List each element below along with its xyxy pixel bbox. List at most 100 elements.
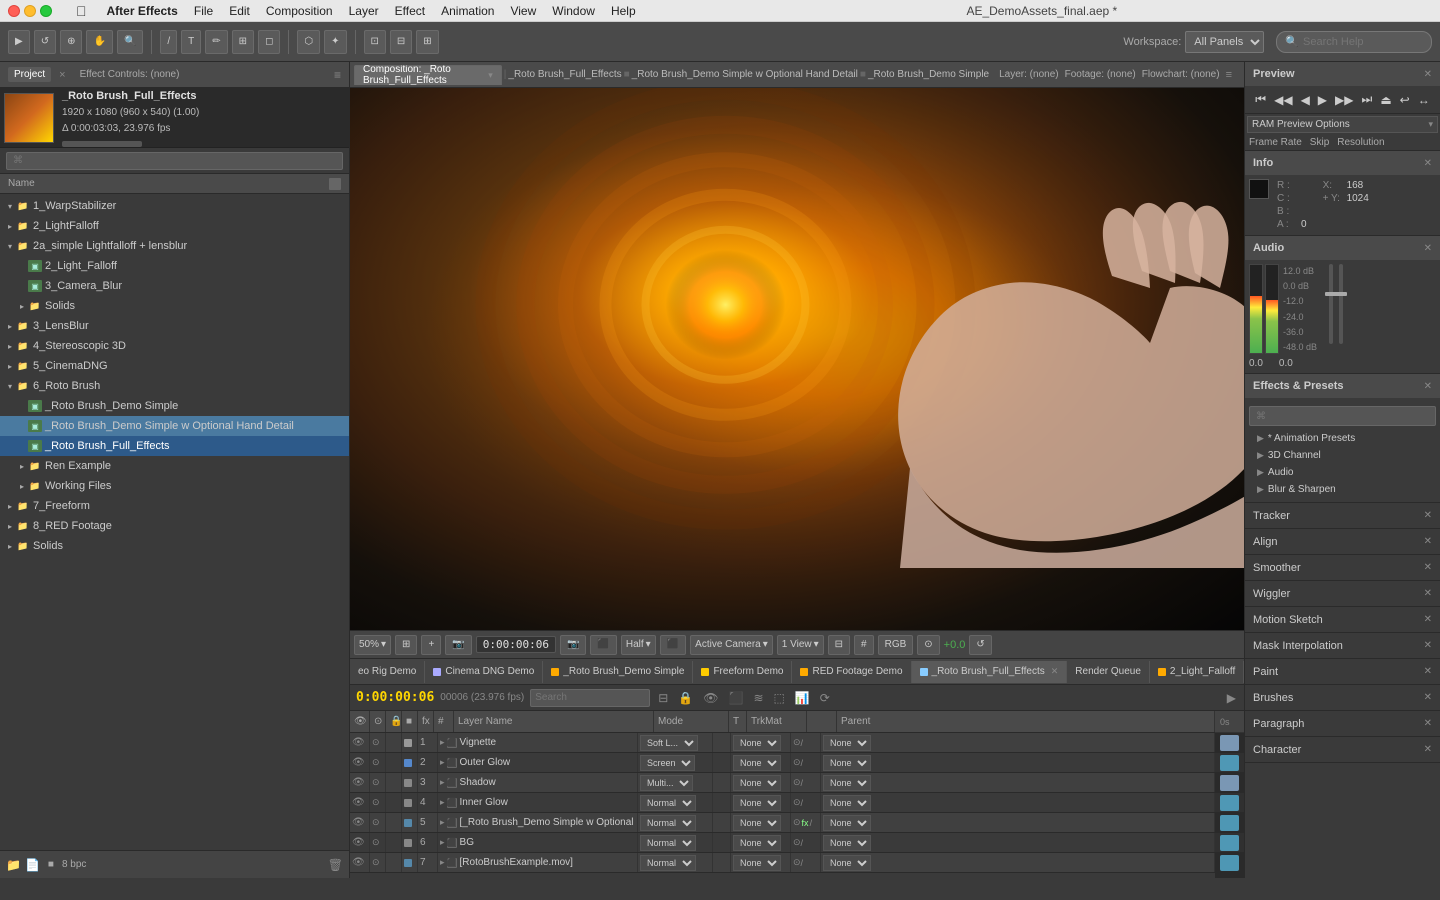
col-parent-4[interactable]: None: [821, 793, 1215, 812]
col-parent-6[interactable]: None: [821, 833, 1215, 852]
tab-red-footage[interactable]: RED Footage Demo: [792, 661, 911, 683]
col-trkmat-6[interactable]: None: [731, 833, 791, 852]
trkmat-select-1[interactable]: None: [733, 735, 781, 751]
info-close[interactable]: ✕: [1424, 158, 1432, 169]
mode-select-5[interactable]: Normal: [640, 815, 696, 831]
col-parent-7[interactable]: None: [821, 853, 1215, 872]
character-section[interactable]: Character ✕: [1245, 737, 1440, 763]
mode-select-7[interactable]: Normal: [640, 855, 696, 871]
col-trkmat-5[interactable]: None: [731, 813, 791, 832]
col-eye-3[interactable]: 👁: [350, 773, 370, 792]
fx-3d-channel[interactable]: ▶ 3D Channel: [1249, 447, 1436, 464]
audio-close[interactable]: ✕: [1424, 243, 1432, 254]
col-lock-5[interactable]: [386, 813, 402, 832]
tree-item-7[interactable]: ▸📁3_LensBlur: [0, 316, 349, 336]
app-name[interactable]: After Effects: [107, 4, 178, 18]
tree-item-16[interactable]: ▸📁7_Freeform: [0, 496, 349, 516]
tree-item-12[interactable]: ▣_Roto Brush_Demo Simple w Optional Hand…: [0, 416, 349, 436]
col-solo-6[interactable]: ⊙: [370, 833, 386, 852]
preview-close[interactable]: ✕: [1424, 69, 1432, 80]
col-t-2[interactable]: [713, 753, 731, 772]
col-trkmat-7[interactable]: None: [731, 853, 791, 872]
frame-blend-btn[interactable]: ⬚: [772, 691, 787, 705]
mode-select-1[interactable]: Soft L...: [640, 735, 698, 751]
tab-cinema-dng[interactable]: Cinema DNG Demo: [425, 661, 543, 683]
col-lock-2[interactable]: [386, 753, 402, 772]
smoother-section[interactable]: Smoother ✕: [1245, 555, 1440, 581]
col-solo-1[interactable]: ⊙: [370, 733, 386, 752]
menu-effect[interactable]: Effect: [395, 4, 425, 18]
tree-item-4[interactable]: ▣2_Light_Falloff: [0, 256, 349, 276]
info-header[interactable]: Info ✕: [1245, 151, 1440, 175]
home-btn[interactable]: ⊟: [390, 30, 412, 54]
wiggler-section[interactable]: Wiggler ✕: [1245, 581, 1440, 607]
tree-item-6[interactable]: ▸📁Solids: [0, 296, 349, 316]
tree-item-15[interactable]: ▸📁Working Files: [0, 476, 349, 496]
eject-btn[interactable]: ⏏: [1378, 91, 1393, 109]
tracker-section[interactable]: Tracker ✕: [1245, 503, 1440, 529]
track-row-1[interactable]: [1215, 733, 1244, 753]
minimize-button[interactable]: [24, 5, 36, 17]
layer-search-input[interactable]: [530, 689, 650, 707]
paragraph-close[interactable]: ✕: [1424, 718, 1432, 729]
tree-item-17[interactable]: ▸📁8_RED Footage: [0, 516, 349, 536]
tab-roto-simple[interactable]: _Roto Brush_Demo Simple: [543, 661, 693, 683]
slider-right-thumb[interactable]: [1335, 292, 1347, 296]
col-trkmat-3[interactable]: None: [731, 773, 791, 792]
grid-btn[interactable]: #: [854, 635, 874, 655]
parent-select-1[interactable]: None: [823, 735, 871, 751]
col-parent-1[interactable]: None: [821, 733, 1215, 752]
project-tab[interactable]: Project: [8, 67, 51, 82]
col-t-6[interactable]: [713, 833, 731, 852]
col-lock-6[interactable]: [386, 833, 402, 852]
audio-slider-right[interactable]: [1339, 264, 1343, 344]
apple-menu[interactable]: : [76, 3, 87, 19]
tree-item-9[interactable]: ▸📁5_CinemaDNG: [0, 356, 349, 376]
trkmat-select-3[interactable]: None: [733, 775, 781, 791]
layer-row-1[interactable]: 👁 ⊙ 1 ▸ ⬛ Vignette Soft L... None ⊙ /: [350, 733, 1215, 753]
layer-row-5[interactable]: 👁 ⊙ 5 ▸ ⬛ [_Roto Brush_Demo Simple w Opt…: [350, 813, 1215, 833]
panel-menu-btn[interactable]: ≡: [334, 68, 341, 82]
transparency-btn[interactable]: ⬛: [660, 635, 686, 655]
close-button[interactable]: [8, 5, 20, 17]
tl-scroll-right[interactable]: ▶: [1225, 691, 1238, 705]
mode-select-2[interactable]: Screen: [640, 755, 695, 771]
layer-row-7[interactable]: 👁 ⊙ 7 ▸ ⬛ [RotoBrushExample.mov] Normal …: [350, 853, 1215, 873]
mask-interpolation-close[interactable]: ✕: [1424, 640, 1432, 651]
trkmat-select-5[interactable]: None: [733, 815, 781, 831]
zoom-in-btn[interactable]: +: [421, 635, 441, 655]
track-row-2[interactable]: [1215, 753, 1244, 773]
close-tab-icon[interactable]: ✕: [1051, 666, 1059, 677]
next-btn[interactable]: ▶▶: [1333, 91, 1355, 109]
col-parent-5[interactable]: None: [821, 813, 1215, 832]
tab-roto-simple-detail[interactable]: _Roto Brush_Demo Simple w Optional Hand …: [632, 69, 858, 80]
lock-btn[interactable]: 🔒: [676, 691, 695, 705]
tab-roto-simple[interactable]: _Roto Brush_Demo Simple: [868, 69, 989, 80]
tool-brush[interactable]: ✏: [205, 30, 227, 54]
track-bar-5[interactable]: [1220, 815, 1239, 831]
col-trkmat-1[interactable]: None: [731, 733, 791, 752]
tree-item-14[interactable]: ▸📁Ren Example: [0, 456, 349, 476]
loop-btn[interactable]: ↩: [1398, 91, 1412, 109]
quality-dropdown[interactable]: Half ▾: [621, 635, 656, 655]
tool-puppet[interactable]: ✦: [324, 30, 346, 54]
tool-pen[interactable]: /: [160, 30, 177, 54]
comp-header-menu[interactable]: ≡: [1226, 69, 1232, 81]
brushes-section[interactable]: Brushes ✕: [1245, 685, 1440, 711]
tool-rotate[interactable]: ↺: [34, 30, 56, 54]
prev-frame-btn[interactable]: ◀◀: [1272, 91, 1294, 109]
col-t-1[interactable]: [713, 733, 731, 752]
col-trkmat-2[interactable]: None: [731, 753, 791, 772]
trkmat-select-2[interactable]: None: [733, 755, 781, 771]
play-btn[interactable]: ▶: [1316, 91, 1329, 109]
new-comp-icon[interactable]: 📄: [25, 858, 40, 872]
col-eye-2[interactable]: 👁: [350, 753, 370, 772]
col-eye-5[interactable]: 👁: [350, 813, 370, 832]
track-bar-3[interactable]: [1220, 775, 1239, 791]
col-solo-4[interactable]: ⊙: [370, 793, 386, 812]
track-bar-4[interactable]: [1220, 795, 1239, 811]
layer-row-6[interactable]: 👁 ⊙ 6 ▸ ⬛ BG Normal None ⊙ / None: [350, 833, 1215, 853]
col-mode-6[interactable]: Normal: [638, 833, 713, 852]
track-bar-7[interactable]: [1220, 855, 1239, 871]
end-btn[interactable]: ⊞: [416, 30, 438, 54]
